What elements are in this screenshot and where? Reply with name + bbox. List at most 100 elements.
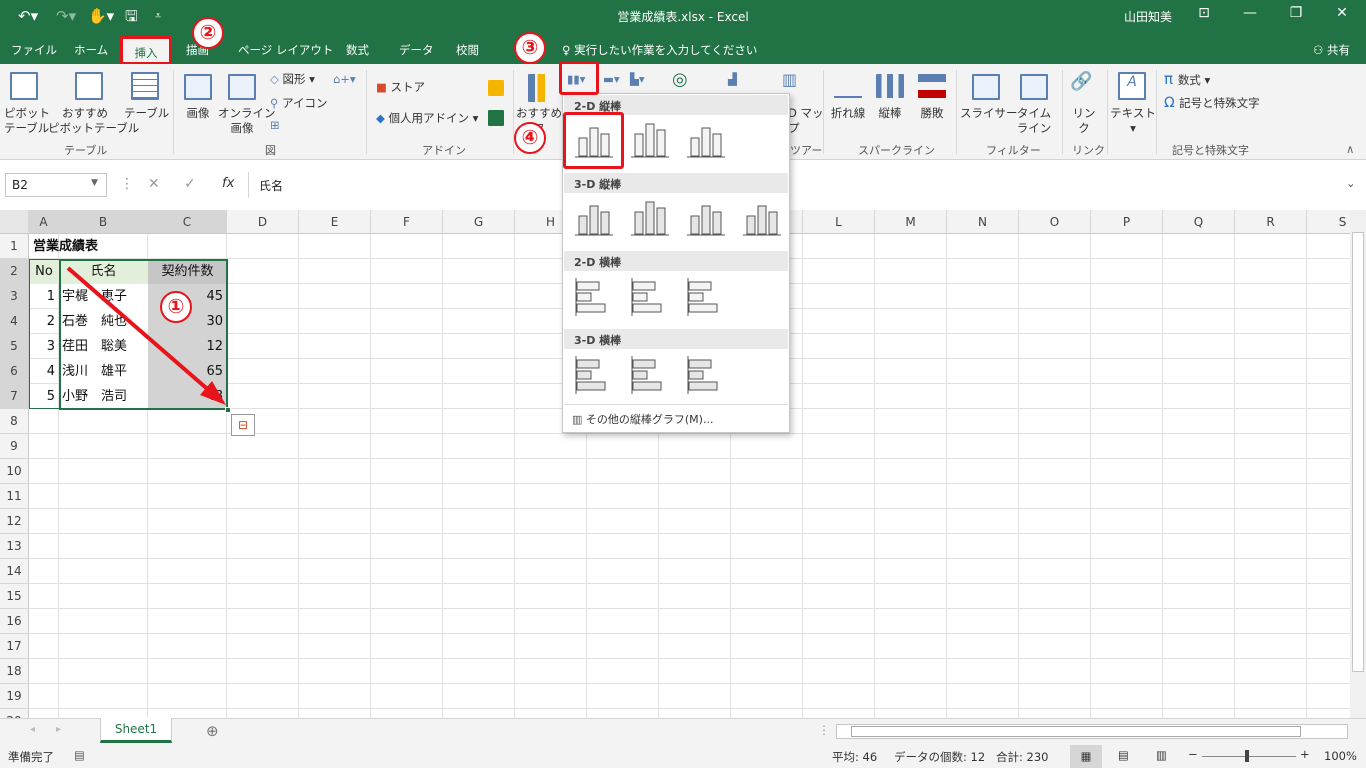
row-header-13[interactable]: 13 [0, 534, 29, 559]
sparkline-column-icon[interactable] [876, 74, 904, 98]
restore-icon[interactable]: ❐ [1282, 5, 1310, 21]
cancel-icon[interactable]: ✕ [148, 176, 160, 192]
quick-analysis-icon[interactable]: ⊟ [231, 414, 255, 436]
vertical-scroll-thumb[interactable] [1352, 232, 1364, 672]
sparkline-winloss-icon[interactable] [918, 74, 946, 98]
row-header-17[interactable]: 17 [0, 634, 29, 659]
online-picture-button[interactable]: オンライン 画像 [218, 106, 276, 136]
3d-stacked-bar-icon[interactable] [627, 352, 671, 396]
online-picture-icon[interactable] [228, 74, 256, 100]
people-graph-icon[interactable] [488, 110, 504, 126]
column-header-l[interactable]: L [803, 210, 875, 234]
100-stacked-bar-icon[interactable] [683, 274, 727, 318]
horizontal-scroll-thumb[interactable] [851, 726, 1301, 737]
close-icon[interactable]: ✕ [1328, 5, 1356, 21]
zoom-slider[interactable] [1202, 756, 1296, 757]
sparkline-column-button[interactable]: 縦棒 [874, 106, 906, 121]
link-button[interactable]: リンク [1070, 106, 1098, 136]
column-header-e[interactable]: E [299, 210, 371, 234]
ribbon-display-icon[interactable]: ⊡ [1190, 5, 1218, 21]
3d-clustered-bar-icon[interactable] [571, 352, 615, 396]
expand-formula-icon[interactable]: ⌄ [1346, 176, 1356, 191]
row-header-15[interactable]: 15 [0, 584, 29, 609]
sparkline-line-button[interactable]: 折れ線 [828, 106, 868, 121]
zoom-in-icon[interactable]: + [1300, 747, 1310, 761]
page-break-view-icon[interactable]: ▥ [1156, 748, 1167, 762]
tab-home[interactable]: ホーム [74, 42, 108, 58]
column-header-p[interactable]: P [1091, 210, 1163, 234]
3d-100-stacked-bar-icon[interactable] [683, 352, 727, 396]
share-button[interactable]: ⚇ 共有 [1313, 42, 1350, 58]
more-column-charts[interactable]: ▥ その他の縦棒グラフ(M)... [564, 406, 788, 430]
row-header-3[interactable]: 3 [0, 284, 29, 309]
store-button[interactable]: ■ ストア [376, 80, 425, 95]
row-header-2[interactable]: 2 [0, 259, 29, 284]
enter-icon[interactable]: ✓ [184, 176, 196, 192]
icons-button[interactable]: ⚲ アイコン [270, 96, 328, 111]
column-header-r[interactable]: R [1235, 210, 1307, 234]
pivot-table-icon[interactable] [10, 72, 38, 100]
column-header-q[interactable]: Q [1163, 210, 1235, 234]
row-header-19[interactable]: 19 [0, 684, 29, 709]
tab-review[interactable]: 校閲 [456, 42, 479, 58]
recommended-pivot-icon[interactable] [75, 72, 103, 100]
3d-map-icon[interactable]: ▥ [782, 72, 797, 88]
row-header-16[interactable]: 16 [0, 609, 29, 634]
bing-icon[interactable] [488, 80, 504, 96]
tell-me-box[interactable]: ♀ 実行したい作業を入力してください [562, 42, 757, 58]
row-header-18[interactable]: 18 [0, 659, 29, 684]
hierarchy-chart-icon[interactable]: ▬▾ [603, 72, 620, 87]
3d-map-button[interactable]: D マップ [788, 106, 824, 136]
timeline-button[interactable]: タイム ライン [1014, 106, 1054, 136]
collapse-ribbon-icon[interactable]: ∧ [1346, 142, 1354, 157]
minimize-icon[interactable]: — [1236, 5, 1264, 21]
tab-insert[interactable]: 挿入 [120, 36, 172, 65]
timeline-icon[interactable] [1020, 74, 1048, 100]
macro-record-icon[interactable]: ▤ [74, 748, 85, 762]
100-stacked-column-icon[interactable] [683, 118, 727, 162]
next-sheet-icon[interactable]: ▸ [56, 724, 61, 735]
sparkline-winloss-button[interactable]: 勝敗 [916, 106, 948, 121]
zoom-out-icon[interactable]: − [1188, 747, 1198, 761]
3d-clustered-column-icon[interactable] [571, 196, 615, 240]
column-header-c[interactable]: C [148, 210, 227, 234]
row-header-1[interactable]: 1 [0, 234, 29, 259]
stacked-bar-icon[interactable] [627, 274, 671, 318]
row-header-11[interactable]: 11 [0, 484, 29, 509]
link-icon[interactable]: 🔗 [1070, 73, 1092, 91]
chevron-down-icon[interactable]: ▼ [91, 178, 98, 188]
tab-file[interactable]: ファイル [11, 42, 57, 58]
slicer-button[interactable]: スライサー [960, 106, 1018, 121]
row-header-20[interactable]: 20 [0, 709, 29, 718]
column-header-m[interactable]: M [875, 210, 947, 234]
equation-button[interactable]: π 数式 ▾ [1164, 72, 1210, 88]
row-header-14[interactable]: 14 [0, 559, 29, 584]
tab-splitter-icon[interactable]: ⋮ [818, 723, 830, 737]
recommended-pivot-button[interactable]: おすすめ ピボットテーブル [48, 106, 139, 136]
zoom-level[interactable]: 100% [1324, 749, 1357, 763]
column-header-o[interactable]: O [1019, 210, 1091, 234]
row-header-12[interactable]: 12 [0, 509, 29, 534]
picture-icon[interactable] [184, 74, 212, 100]
page-layout-view-icon[interactable]: ▤ [1118, 748, 1129, 762]
row-header-5[interactable]: 5 [0, 334, 29, 359]
column-header-d[interactable]: D [227, 210, 299, 234]
column-header-a[interactable]: A [29, 210, 59, 234]
smartart-icon[interactable]: ⌂+▾ [333, 72, 356, 87]
picture-button[interactable]: 画像 [180, 106, 216, 121]
column-header-s[interactable]: S [1307, 210, 1350, 234]
map-chart-icon[interactable]: ▟ [728, 72, 737, 87]
tab-data[interactable]: データ [399, 42, 434, 58]
column-header-n[interactable]: N [947, 210, 1019, 234]
sheet-tab-sheet1[interactable]: Sheet1 [100, 718, 172, 743]
select-all-corner[interactable] [0, 210, 29, 234]
screenshot-icon[interactable]: ⊞ [270, 118, 280, 133]
tab-formulas[interactable]: 数式 [346, 42, 369, 58]
3d-100-stacked-column-icon[interactable] [683, 196, 727, 240]
row-header-6[interactable]: 6 [0, 359, 29, 384]
column-header-f[interactable]: F [371, 210, 443, 234]
tab-page-layout[interactable]: ページ レイアウト [238, 42, 333, 58]
vertical-scrollbar[interactable] [1350, 210, 1366, 718]
normal-view-icon[interactable]: ▦ [1070, 745, 1102, 768]
personal-addin-button[interactable]: ◆ 個人用アドイン ▾ [376, 111, 478, 126]
